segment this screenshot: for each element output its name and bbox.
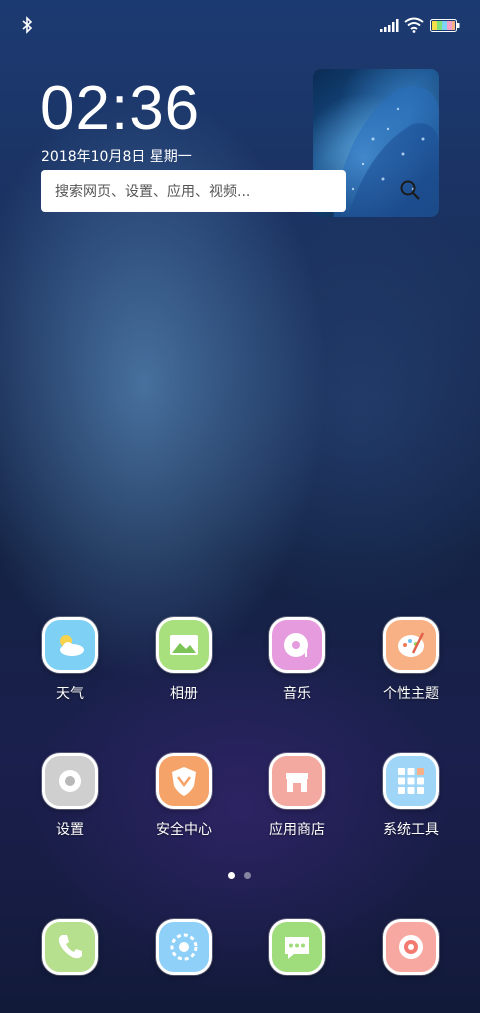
app-label: 天气 (56, 686, 84, 702)
music-icon (269, 617, 325, 673)
page-dot[interactable] (244, 872, 251, 879)
security-icon (156, 753, 212, 809)
settings-icon (42, 753, 98, 809)
signal-icon (380, 19, 399, 32)
dock-camera[interactable] (361, 919, 461, 975)
search-input[interactable]: 搜索网页、设置、应用、视频... (41, 170, 346, 212)
dock-browser[interactable] (134, 919, 234, 975)
app-store[interactable]: 应用商店 (247, 753, 347, 839)
app-label: 音乐 (283, 686, 311, 702)
app-store-icon (269, 753, 325, 809)
app-label: 系统工具 (383, 822, 439, 838)
app-system-tools[interactable]: 系统工具 (361, 753, 461, 839)
wifi-icon (404, 17, 424, 33)
battery-icon (430, 19, 460, 32)
app-label: 应用商店 (269, 822, 325, 838)
app-label: 设置 (56, 822, 84, 838)
clock-date: 2018年10月8日 星期一 (41, 149, 192, 165)
app-label: 个性主题 (383, 686, 439, 702)
gallery-icon (156, 617, 212, 673)
app-music[interactable]: 音乐 (247, 617, 347, 703)
phone-icon (42, 919, 98, 975)
weather-icon (42, 617, 98, 673)
app-settings[interactable]: 设置 (20, 753, 120, 839)
browser-icon (156, 919, 212, 975)
dock-messages[interactable] (247, 919, 347, 975)
theme-icon (383, 617, 439, 673)
page-dot-active[interactable] (228, 872, 235, 879)
status-bar (0, 0, 480, 50)
app-label: 相册 (170, 686, 198, 702)
search-icon[interactable] (398, 178, 422, 202)
dock-phone[interactable] (20, 919, 120, 975)
app-security[interactable]: 安全中心 (134, 753, 234, 839)
app-label: 安全中心 (156, 822, 212, 838)
search-placeholder: 搜索网页、设置、应用、视频... (55, 184, 251, 200)
camera-icon (383, 919, 439, 975)
clock-time[interactable]: 02:36 (40, 78, 200, 140)
bluetooth-icon (22, 16, 33, 34)
messages-icon (269, 919, 325, 975)
app-theme[interactable]: 个性主题 (361, 617, 461, 703)
app-gallery[interactable]: 相册 (134, 617, 234, 703)
app-weather[interactable]: 天气 (20, 617, 120, 703)
system-tools-icon (383, 753, 439, 809)
page-indicator (228, 872, 252, 880)
